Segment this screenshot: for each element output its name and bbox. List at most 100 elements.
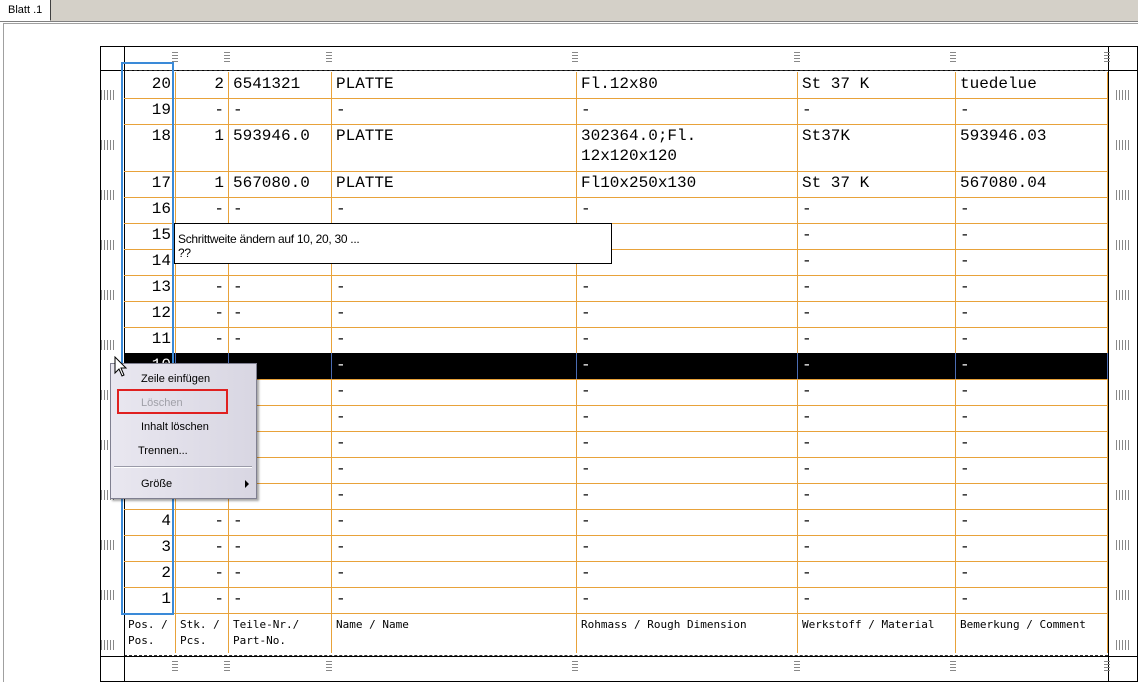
- table-row[interactable]: 7------: [124, 431, 1108, 458]
- cell-mat[interactable]: St37K: [798, 124, 956, 171]
- cell-stk[interactable]: -: [176, 509, 229, 535]
- cell-mat[interactable]: St 37 K: [798, 171, 956, 197]
- cell-stk[interactable]: -: [176, 301, 229, 327]
- cell-dim[interactable]: -: [577, 301, 798, 327]
- table-row[interactable]: 20 2 6541321 PLATTE Fl.12x80 St 37 Ktuedelue: [124, 72, 1108, 99]
- cell-stk[interactable]: -: [176, 98, 229, 124]
- cell-dim[interactable]: -: [577, 457, 798, 483]
- cell-stk[interactable]: -: [176, 587, 229, 613]
- cell-dim[interactable]: 302364.0;Fl. 12x120x120: [577, 124, 798, 171]
- table-row[interactable]: 5------: [124, 483, 1108, 510]
- cell-dim[interactable]: -: [577, 275, 798, 301]
- table-row[interactable]: 13- - - - - -: [124, 275, 1108, 302]
- cell-name[interactable]: -: [332, 535, 577, 561]
- cell-mat[interactable]: -: [798, 561, 956, 587]
- cell-name[interactable]: -: [332, 431, 577, 457]
- table-row[interactable]: 18 1 593946.0 PLATTE 302364.0;Fl. 12x120x120…: [124, 124, 1108, 172]
- cell-stk[interactable]: 1: [176, 124, 229, 171]
- table-row[interactable]: 8------: [124, 405, 1108, 432]
- cell-mat[interactable]: -: [798, 197, 956, 223]
- cell-stk[interactable]: -: [176, 561, 229, 587]
- table-row[interactable]: 2------: [124, 561, 1108, 588]
- table-row[interactable]: 6------: [124, 457, 1108, 484]
- cell-stk[interactable]: 1: [176, 171, 229, 197]
- cell-mat[interactable]: -: [798, 405, 956, 431]
- cell-mat[interactable]: St 37 K: [798, 72, 956, 98]
- cell-comment[interactable]: 593946.03: [956, 124, 1108, 171]
- cell-comment[interactable]: -: [956, 301, 1108, 327]
- cell-stk[interactable]: 2: [176, 72, 229, 98]
- table-row[interactable]: 19- - - - - -: [124, 98, 1108, 125]
- cell-comment[interactable]: -: [956, 98, 1108, 124]
- cell-comment[interactable]: -: [956, 327, 1108, 353]
- table-row[interactable]: 9------: [124, 379, 1108, 406]
- cell-mat[interactable]: -: [798, 457, 956, 483]
- cell-comment[interactable]: -: [956, 509, 1108, 535]
- cell-name[interactable]: -: [332, 353, 577, 379]
- cell-mat[interactable]: -: [798, 379, 956, 405]
- cell-comment[interactable]: -: [956, 457, 1108, 483]
- cell-mat[interactable]: -: [798, 327, 956, 353]
- cell-part[interactable]: -: [229, 197, 332, 223]
- cell-mat[interactable]: -: [798, 431, 956, 457]
- cell-name[interactable]: -: [332, 457, 577, 483]
- menu-item-split[interactable]: Trennen...: [138, 445, 188, 457]
- cell-part[interactable]: -: [229, 327, 332, 353]
- cell-comment[interactable]: -: [956, 405, 1108, 431]
- cell-name[interactable]: -: [332, 197, 577, 223]
- cell-part[interactable]: -: [229, 587, 332, 613]
- cell-dim[interactable]: -: [577, 379, 798, 405]
- cell-comment[interactable]: -: [956, 379, 1108, 405]
- cell-stk[interactable]: -: [176, 327, 229, 353]
- cell-mat[interactable]: -: [798, 509, 956, 535]
- table-row[interactable]: 12- - - - - -: [124, 301, 1108, 328]
- cell-mat[interactable]: -: [798, 275, 956, 301]
- cell-dim[interactable]: -: [577, 535, 798, 561]
- menu-item-delete-content[interactable]: Inhalt löschen: [141, 421, 209, 433]
- cell-dim[interactable]: -: [577, 483, 798, 509]
- menu-item-insert-row[interactable]: Zeile einfügen: [141, 373, 210, 385]
- cell-mat[interactable]: -: [798, 353, 956, 379]
- sheet-tab[interactable]: Blatt .1: [0, 0, 52, 21]
- table-row[interactable]: 4------: [124, 509, 1108, 536]
- cell-name[interactable]: -: [332, 301, 577, 327]
- cell-part[interactable]: 567080.0: [229, 171, 332, 197]
- cell-mat[interactable]: -: [798, 301, 956, 327]
- cell-comment[interactable]: -: [956, 249, 1108, 275]
- cell-dim[interactable]: -: [577, 509, 798, 535]
- table-row[interactable]: 16- - - - - -: [124, 197, 1108, 224]
- cell-name[interactable]: PLATTE: [332, 171, 577, 197]
- cell-part[interactable]: -: [229, 561, 332, 587]
- cell-dim[interactable]: -: [577, 353, 798, 379]
- cell-name[interactable]: -: [332, 587, 577, 613]
- cell-dim[interactable]: -: [577, 405, 798, 431]
- cell-part[interactable]: -: [229, 301, 332, 327]
- cell-comment[interactable]: -: [956, 275, 1108, 301]
- cell-dim[interactable]: -: [577, 431, 798, 457]
- cell-comment[interactable]: -: [956, 561, 1108, 587]
- table-row[interactable]: 17 1 567080.0 PLATTE Fl10x250x130 St 37 K 5670…: [124, 171, 1108, 198]
- cell-mat[interactable]: -: [798, 98, 956, 124]
- menu-item-size[interactable]: Größe: [141, 478, 172, 490]
- cell-part[interactable]: -: [229, 275, 332, 301]
- cell-name[interactable]: -: [332, 379, 577, 405]
- cell-name[interactable]: -: [332, 561, 577, 587]
- cell-dim[interactable]: -: [577, 587, 798, 613]
- cell-comment[interactable]: -: [956, 223, 1108, 249]
- table-row[interactable]: 10------: [124, 353, 1108, 380]
- cell-comment[interactable]: -: [956, 535, 1108, 561]
- table-row[interactable]: 11- - - - - -: [124, 327, 1108, 354]
- cell-dim[interactable]: Fl.12x80: [577, 72, 798, 98]
- cell-name[interactable]: -: [332, 483, 577, 509]
- cell-comment[interactable]: tuedelue: [956, 72, 1108, 98]
- cell-dim[interactable]: -: [577, 561, 798, 587]
- cell-part[interactable]: -: [229, 509, 332, 535]
- cell-mat[interactable]: -: [798, 249, 956, 275]
- cell-comment[interactable]: -: [956, 431, 1108, 457]
- cell-mat[interactable]: -: [798, 223, 956, 249]
- cell-stk[interactable]: -: [176, 275, 229, 301]
- cell-mat[interactable]: -: [798, 587, 956, 613]
- cell-part[interactable]: -: [229, 98, 332, 124]
- cell-dim[interactable]: Fl10x250x130: [577, 171, 798, 197]
- cell-name[interactable]: -: [332, 327, 577, 353]
